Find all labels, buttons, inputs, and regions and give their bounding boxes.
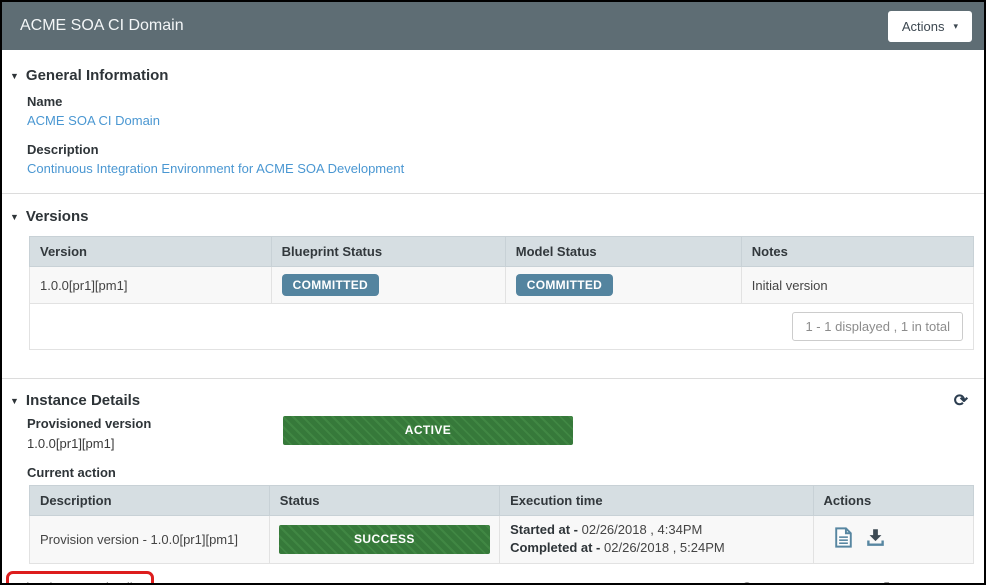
versions-table-footer-row: 1 - 1 displayed , 1 in total xyxy=(30,304,974,350)
provisioned-version-value: 1.0.0[pr1][pm1] xyxy=(27,436,283,451)
annotation-highlight-box: View instance details xyxy=(6,571,154,585)
column-header-status: Status xyxy=(269,486,499,516)
versions-section: ▼ Versions Version Blueprint Status Mode… xyxy=(2,194,984,378)
column-header-actions: Actions xyxy=(813,486,974,516)
page-title: ACME SOA CI Domain xyxy=(20,17,184,35)
description-label: Description xyxy=(27,142,976,157)
column-header-description: Description xyxy=(30,486,270,516)
instance-details-section: ▼ Instance Details ⟳ Provisioned version… xyxy=(2,379,984,564)
version-cell: 1.0.0[pr1][pm1] xyxy=(30,267,272,304)
view-instance-details-link[interactable]: View instance details xyxy=(18,580,139,585)
refresh-icon[interactable]: ⟳ xyxy=(954,392,968,409)
current-action-label: Current action xyxy=(27,465,976,480)
action-history-link[interactable]: ↺ Action history xyxy=(877,581,972,585)
general-information-heading[interactable]: ▼ General Information xyxy=(10,67,976,84)
model-status-cell: COMMITTED xyxy=(505,267,741,304)
general-information-section: ▼ General Information Name ACME SOA CI D… xyxy=(2,50,984,193)
row-actions-cell xyxy=(813,516,974,564)
success-status-bar: SUCCESS xyxy=(279,525,490,554)
pagination-cell: 1 - 1 displayed , 1 in total xyxy=(30,304,974,350)
current-action-table: Description Status Execution time Action… xyxy=(29,485,974,564)
domain-detail-page: ACME SOA CI Domain Actions ▾ ▼ General I… xyxy=(0,0,986,585)
action-history-label[interactable]: Action history xyxy=(894,581,972,585)
instance-details-title: Instance Details xyxy=(26,392,140,409)
versions-table: Version Blueprint Status Model Status No… xyxy=(29,236,974,350)
name-value-link[interactable]: ACME SOA CI Domain xyxy=(27,113,160,128)
description-value-link[interactable]: Continuous Integration Environment for A… xyxy=(27,161,404,176)
action-status-cell: SUCCESS xyxy=(269,516,499,564)
pagination-summary: 1 - 1 displayed , 1 in total xyxy=(792,312,963,341)
execution-time-cell: Started at - 02/26/2018 , 4:34PM Complet… xyxy=(500,516,813,564)
status-badge: COMMITTED xyxy=(516,274,613,296)
instance-details-heading[interactable]: ▼ Instance Details xyxy=(10,392,140,409)
actions-dropdown-button[interactable]: Actions ▾ xyxy=(888,11,972,42)
history-icon: ↺ xyxy=(877,581,890,585)
completed-at-label: Completed at - xyxy=(510,540,600,555)
completed-at-value: 02/26/2018 , 5:24PM xyxy=(604,540,725,555)
started-at-label: Started at - xyxy=(510,522,578,537)
actions-dropdown-label: Actions xyxy=(902,19,945,34)
active-status-bar: ACTIVE xyxy=(283,416,573,445)
caret-down-icon: ▾ xyxy=(953,21,958,32)
column-header-notes: Notes xyxy=(741,237,973,267)
table-row: 1.0.0[pr1][pm1] COMMITTED COMMITTED Init… xyxy=(30,267,974,304)
log-file-icon[interactable] xyxy=(835,527,852,551)
download-icon[interactable] xyxy=(866,528,885,550)
blueprint-status-cell: COMMITTED xyxy=(271,267,505,304)
current-action-header-row: Description Status Execution time Action… xyxy=(30,486,974,516)
collapse-triangle-icon[interactable]: ▼ xyxy=(10,212,19,222)
action-description-cell: Provision version - 1.0.0[pr1][pm1] xyxy=(30,516,270,564)
table-row: Provision version - 1.0.0[pr1][pm1] SUCC… xyxy=(30,516,974,564)
general-information-title: General Information xyxy=(26,67,169,84)
pending-actions-link[interactable]: Pending action(s) xyxy=(740,581,859,585)
collapse-triangle-icon[interactable]: ▼ xyxy=(10,396,19,406)
column-header-version: Version xyxy=(30,237,272,267)
column-header-blueprint-status: Blueprint Status xyxy=(271,237,505,267)
started-at-value: 02/26/2018 , 4:34PM xyxy=(582,522,703,537)
pending-actions-label[interactable]: Pending action(s) xyxy=(758,581,859,585)
collapse-triangle-icon[interactable]: ▼ xyxy=(10,71,19,81)
column-header-execution-time: Execution time xyxy=(500,486,813,516)
title-bar: ACME SOA CI Domain Actions ▾ xyxy=(2,2,984,50)
footer-links: View instance details Pending action(s) … xyxy=(2,564,984,585)
versions-title: Versions xyxy=(26,208,89,225)
column-header-model-status: Model Status xyxy=(505,237,741,267)
provisioned-version-label: Provisioned version xyxy=(27,416,283,431)
versions-heading[interactable]: ▼ Versions xyxy=(10,208,976,225)
notes-cell: Initial version xyxy=(741,267,973,304)
versions-table-header-row: Version Blueprint Status Model Status No… xyxy=(30,237,974,267)
status-badge: COMMITTED xyxy=(282,274,379,296)
name-label: Name xyxy=(27,94,976,109)
